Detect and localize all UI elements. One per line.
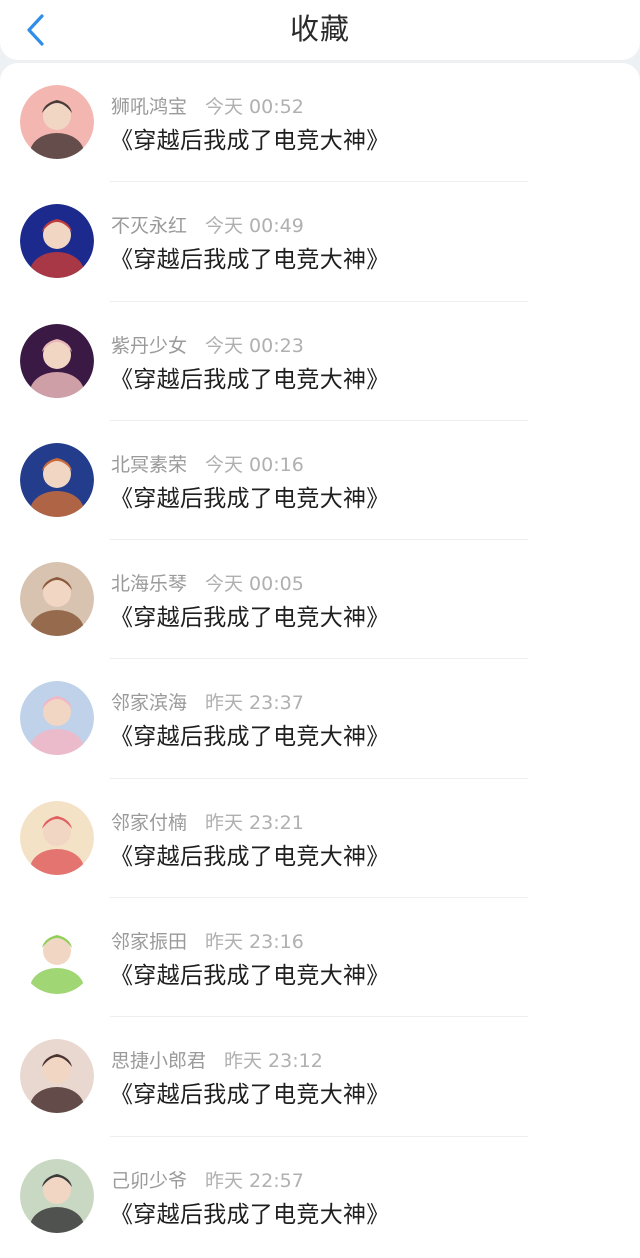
timestamp: 今天 00:05 xyxy=(205,573,304,596)
username[interactable]: 紫丹少女 xyxy=(111,335,187,357)
item-meta: 狮吼鸿宝 今天 00:52 xyxy=(111,92,304,119)
timestamp: 昨天 23:21 xyxy=(205,811,304,834)
book-title[interactable]: 《穿越后我成了电竞大神》 xyxy=(110,240,390,274)
username[interactable]: 北冥素荣 xyxy=(111,454,187,476)
timestamp: 昨天 23:12 xyxy=(224,1050,323,1073)
item-meta: 邻家付楠 昨天 23:21 xyxy=(111,808,304,835)
list-item[interactable]: 思捷小郎君 昨天 23:12 《穿越后我成了电竞大神》 xyxy=(0,1017,640,1137)
item-meta: 不灭永红 今天 00:49 xyxy=(111,211,304,238)
timestamp: 昨天 22:57 xyxy=(205,1169,304,1192)
list-item[interactable]: 己卯少爷 昨天 22:57 《穿越后我成了电竞大神》 xyxy=(0,1137,640,1256)
book-title[interactable]: 《穿越后我成了电竞大神》 xyxy=(110,598,390,632)
list-item[interactable]: 狮吼鸿宝 今天 00:52 《穿越后我成了电竞大神》 xyxy=(0,63,640,183)
username[interactable]: 思捷小郎君 xyxy=(111,1050,206,1072)
item-meta: 邻家滨海 昨天 23:37 xyxy=(111,688,304,715)
book-title[interactable]: 《穿越后我成了电竞大神》 xyxy=(110,837,390,871)
item-meta: 北海乐琴 今天 00:05 xyxy=(111,569,304,596)
username[interactable]: 不灭永红 xyxy=(111,215,187,237)
book-title[interactable]: 《穿越后我成了电竞大神》 xyxy=(110,1075,390,1109)
avatar[interactable] xyxy=(20,85,94,159)
timestamp: 今天 00:52 xyxy=(205,96,304,118)
avatar[interactable] xyxy=(20,800,94,875)
avatar[interactable] xyxy=(20,442,94,517)
avatar[interactable] xyxy=(20,1039,94,1114)
username[interactable]: 北海乐琴 xyxy=(111,573,187,595)
item-meta: 紫丹少女 今天 00:23 xyxy=(111,331,304,358)
book-title[interactable]: 《穿越后我成了电竞大神》 xyxy=(110,1195,390,1229)
list-item[interactable]: 紫丹少女 今天 00:23 《穿越后我成了电竞大神》 xyxy=(0,302,640,422)
book-title[interactable]: 《穿越后我成了电竞大神》 xyxy=(110,360,390,394)
avatar[interactable] xyxy=(20,1158,94,1233)
timestamp: 今天 00:16 xyxy=(205,453,304,476)
list-item[interactable]: 邻家振田 昨天 23:16 《穿越后我成了电竞大神》 xyxy=(0,898,640,1018)
favorites-list: 狮吼鸿宝 今天 00:52 《穿越后我成了电竞大神》 不灭永红 今天 00:49 《穿越后… xyxy=(0,63,640,1258)
username[interactable]: 邻家滨海 xyxy=(111,692,187,714)
item-meta: 己卯少爷 昨天 22:57 xyxy=(111,1166,304,1193)
book-title[interactable]: 《穿越后我成了电竞大神》 xyxy=(110,956,390,990)
timestamp: 今天 00:23 xyxy=(205,334,304,357)
username[interactable]: 邻家付楠 xyxy=(111,812,187,834)
avatar[interactable] xyxy=(20,920,94,995)
timestamp: 今天 00:49 xyxy=(205,215,304,238)
timestamp: 昨天 23:37 xyxy=(205,692,304,715)
nav-bar: 收藏 xyxy=(0,0,640,60)
page-title: 收藏 xyxy=(289,12,350,46)
book-title[interactable]: 《穿越后我成了电竞大神》 xyxy=(110,717,390,751)
list-item[interactable]: 北冥素荣 今天 00:16 《穿越后我成了电竞大神》 xyxy=(0,421,640,541)
book-title[interactable]: 《穿越后我成了电竞大神》 xyxy=(110,121,390,155)
username[interactable]: 己卯少爷 xyxy=(111,1170,187,1192)
list-item[interactable]: 邻家滨海 昨天 23:37 《穿越后我成了电竞大神》 xyxy=(0,659,640,780)
avatar[interactable] xyxy=(20,681,94,756)
avatar[interactable] xyxy=(20,323,94,398)
list-item[interactable]: 不灭永红 今天 00:49 《穿越后我成了电竞大神》 xyxy=(0,182,640,302)
timestamp: 昨天 23:16 xyxy=(205,931,304,954)
avatar[interactable] xyxy=(20,204,94,279)
list-item[interactable]: 北海乐琴 今天 00:05 《穿越后我成了电竞大神》 xyxy=(0,540,640,660)
item-meta: 邻家振田 昨天 23:16 xyxy=(111,927,304,954)
avatar[interactable] xyxy=(20,562,94,637)
item-meta: 北冥素荣 今天 00:16 xyxy=(111,450,304,477)
username[interactable]: 邻家振田 xyxy=(111,931,187,953)
username[interactable]: 狮吼鸿宝 xyxy=(111,96,187,118)
book-title[interactable]: 《穿越后我成了电竞大神》 xyxy=(110,479,390,513)
item-meta: 思捷小郎君 昨天 23:12 xyxy=(111,1046,323,1073)
list-item[interactable]: 邻家付楠 昨天 23:21 《穿越后我成了电竞大神》 xyxy=(0,779,640,899)
